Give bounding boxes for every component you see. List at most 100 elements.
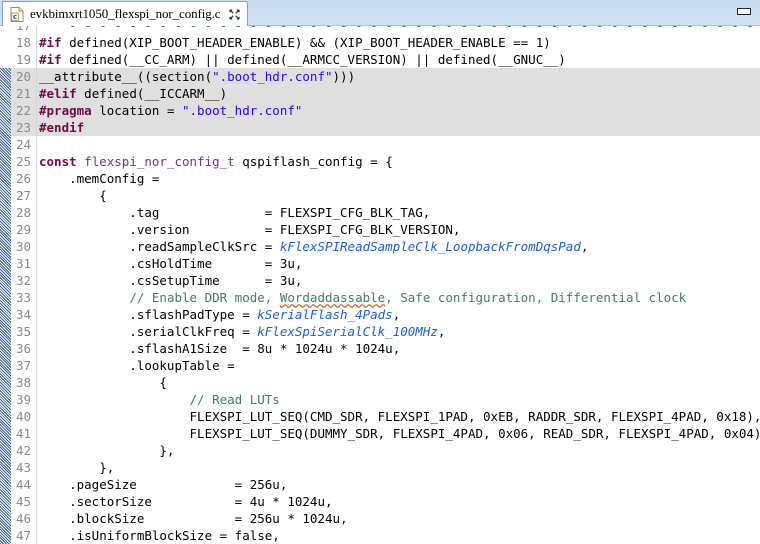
- code-token: ,: [393, 307, 401, 322]
- code-token: .sflashA1Size = 8u * 1024u * 1024u,: [39, 341, 400, 356]
- code-line[interactable]: 44 .pageSize = 256u,: [0, 476, 760, 493]
- code-line[interactable]: 18#if defined(XIP_BOOT_HEADER_ENABLE) &&…: [0, 34, 760, 51]
- code-line[interactable]: 40 FLEXSPI_LUT_SEQ(CMD_SDR, FLEXSPI_1PAD…: [0, 408, 760, 425]
- code-token: .version = FLEXSPI_CFG_BLK_VERSION,: [39, 222, 460, 237]
- code-token: , Safe configuration, Differential clock: [385, 290, 686, 305]
- code-token: FLEXSPI_LUT_SEQ(CMD_SDR, FLEXSPI_1PAD, 0…: [39, 409, 760, 424]
- code-text: FLEXSPI_LUT_SEQ(CMD_SDR, FLEXSPI_1PAD, 0…: [39, 408, 760, 425]
- code-token: .pageSize = 256u,: [39, 477, 287, 492]
- code-token: defined(XIP_BOOT_HEADER_ENABLE) && (XIP_…: [62, 35, 551, 50]
- code-token: ".boot_hdr.conf": [182, 103, 302, 118]
- code-token: kSerialFlash_4Pads: [257, 307, 392, 322]
- minimize-button[interactable]: [736, 6, 752, 18]
- line-number: 17: [0, 26, 36, 34]
- code-text: #pragma location = ".boot_hdr.conf": [39, 102, 302, 119]
- code-line[interactable]: 31 .csHoldTime = 3u,: [0, 255, 760, 272]
- code-token: {: [39, 375, 167, 390]
- code-line[interactable]: 25const flexspi_nor_config_t qspiflash_c…: [0, 153, 760, 170]
- code-text: .pageSize = 256u,: [39, 476, 287, 493]
- code-line[interactable]: 28 .tag = FLEXSPI_CFG_BLK_TAG,: [0, 204, 760, 221]
- code-line[interactable]: 29 .version = FLEXSPI_CFG_BLK_VERSION,: [0, 221, 760, 238]
- c-source-file-icon: c: [10, 7, 24, 22]
- code-token: // Enable DDR mode,: [129, 290, 280, 305]
- code-token: const: [39, 154, 77, 169]
- code-text: .isUniformBlockSize = false,: [39, 527, 280, 544]
- code-text: const flexspi_nor_config_t qspiflash_con…: [39, 153, 393, 170]
- code-line[interactable]: 19#if defined(__CC_ARM) || defined(__ARM…: [0, 51, 760, 68]
- code-line[interactable]: 43 },: [0, 459, 760, 476]
- code-editor-area[interactable]: 17 - - - - - - - - - - - - - - - - - - -…: [0, 26, 760, 544]
- code-line[interactable]: 20__attribute__((section(".boot_hdr.conf…: [0, 68, 760, 85]
- code-text: FLEXSPI_LUT_SEQ(DUMMY_SDR, FLEXSPI_4PAD,…: [39, 425, 760, 442]
- code-token: {: [39, 188, 107, 203]
- code-text: // Enable DDR mode, Wordaddassable, Safe…: [39, 289, 686, 306]
- code-line[interactable]: 32 .csSetupTime = 3u,: [0, 272, 760, 289]
- code-token: kFlexSPIReadSampleClk_LoopbackFromDqsPad: [280, 239, 581, 254]
- code-text: .csSetupTime = 3u,: [39, 272, 302, 289]
- code-line[interactable]: 39 // Read LUTs: [0, 391, 760, 408]
- code-line[interactable]: 46 .blockSize = 256u * 1024u,: [0, 510, 760, 527]
- code-token: defined(__CC_ARM) || defined(__ARMCC_VER…: [62, 52, 566, 67]
- minimize-icon: [737, 8, 751, 15]
- code-text: #if defined(XIP_BOOT_HEADER_ENABLE) && (…: [39, 34, 551, 51]
- code-line[interactable]: 21#elif defined(__ICCARM__): [0, 85, 760, 102]
- code-text: __attribute__((section(".boot_hdr.conf")…: [39, 68, 355, 85]
- change-bar-marker: [0, 68, 11, 544]
- code-token: qspiflash_config = {: [235, 154, 393, 169]
- code-token: #pragma: [39, 103, 92, 118]
- gutter-separator: [36, 26, 37, 544]
- code-line[interactable]: 24: [0, 136, 760, 153]
- code-text: .readSampleClkSrc = kFlexSPIReadSampleCl…: [39, 238, 588, 255]
- code-token: __attribute__((section(: [39, 69, 212, 84]
- code-line[interactable]: 27 {: [0, 187, 760, 204]
- code-token: },: [39, 460, 114, 475]
- code-text: #elif defined(__ICCARM__): [39, 85, 227, 102]
- code-text: {: [39, 374, 167, 391]
- code-line[interactable]: 26 .memConfig =: [0, 170, 760, 187]
- code-line[interactable]: 33 // Enable DDR mode, Wordaddassable, S…: [0, 289, 760, 306]
- code-line[interactable]: 17 - - - - - - - - - - - - - - - - - - -…: [0, 26, 760, 34]
- code-text: // Read LUTs: [39, 391, 280, 408]
- code-line[interactable]: 41 FLEXSPI_LUT_SEQ(DUMMY_SDR, FLEXSPI_4P…: [0, 425, 760, 442]
- code-token: .serialClkFreq =: [39, 324, 257, 339]
- code-text: #if defined(__CC_ARM) || defined(__ARMCC…: [39, 51, 566, 68]
- code-text: .version = FLEXSPI_CFG_BLK_VERSION,: [39, 221, 460, 238]
- code-token: FLEXSPI_LUT_SEQ(DUMMY_SDR, FLEXSPI_4PAD,…: [39, 426, 760, 441]
- code-text: .tag = FLEXSPI_CFG_BLK_TAG,: [39, 204, 430, 221]
- code-token: #if: [39, 52, 62, 67]
- code-token: .tag = FLEXSPI_CFG_BLK_TAG,: [39, 205, 430, 220]
- code-text: },: [39, 459, 114, 476]
- code-line[interactable]: 42 },: [0, 442, 760, 459]
- editor-tab-active[interactable]: c evkbimxrt1050_flexspi_nor_config.c: [2, 1, 248, 26]
- code-text: {: [39, 187, 107, 204]
- close-icon[interactable]: [228, 8, 241, 21]
- code-token: .csHoldTime = 3u,: [39, 256, 302, 271]
- code-token: defined(__ICCARM__): [77, 86, 228, 101]
- code-editor-window: c evkbimxrt1050_flexspi_nor_config.c: [0, 0, 760, 544]
- code-line[interactable]: 35 .serialClkFreq = kFlexSpiSerialClk_10…: [0, 323, 760, 340]
- code-text: .csHoldTime = 3u,: [39, 255, 302, 272]
- code-text: .serialClkFreq = kFlexSpiSerialClk_100MH…: [39, 323, 445, 340]
- editor-tab-label: evkbimxrt1050_flexspi_nor_config.c: [30, 6, 220, 22]
- code-text: .memConfig =: [39, 170, 159, 187]
- code-token: .lookupTable =: [39, 358, 235, 373]
- code-line[interactable]: 23#endif: [0, 119, 760, 136]
- code-line[interactable]: 30 .readSampleClkSrc = kFlexSPIReadSampl…: [0, 238, 760, 255]
- code-line[interactable]: 38 {: [0, 374, 760, 391]
- code-token: #if: [39, 35, 62, 50]
- code-token: [39, 290, 129, 305]
- code-text: .blockSize = 256u * 1024u,: [39, 510, 348, 527]
- code-token: .isUniformBlockSize = false,: [39, 528, 280, 543]
- code-line[interactable]: 34 .sflashPadType = kSerialFlash_4Pads,: [0, 306, 760, 323]
- code-text: },: [39, 442, 174, 459]
- code-line[interactable]: 47 .isUniformBlockSize = false,: [0, 527, 760, 544]
- code-line[interactable]: 36 .sflashA1Size = 8u * 1024u * 1024u,: [0, 340, 760, 357]
- code-line[interactable]: 22#pragma location = ".boot_hdr.conf": [0, 102, 760, 119]
- code-token: ,: [581, 239, 589, 254]
- code-token: [39, 26, 69, 33]
- code-token: ".boot_hdr.conf": [212, 69, 332, 84]
- code-text: .sflashA1Size = 8u * 1024u * 1024u,: [39, 340, 400, 357]
- code-line[interactable]: 37 .lookupTable =: [0, 357, 760, 374]
- code-line[interactable]: 45 .sectorSize = 4u * 1024u,: [0, 493, 760, 510]
- line-number: 19: [0, 51, 36, 68]
